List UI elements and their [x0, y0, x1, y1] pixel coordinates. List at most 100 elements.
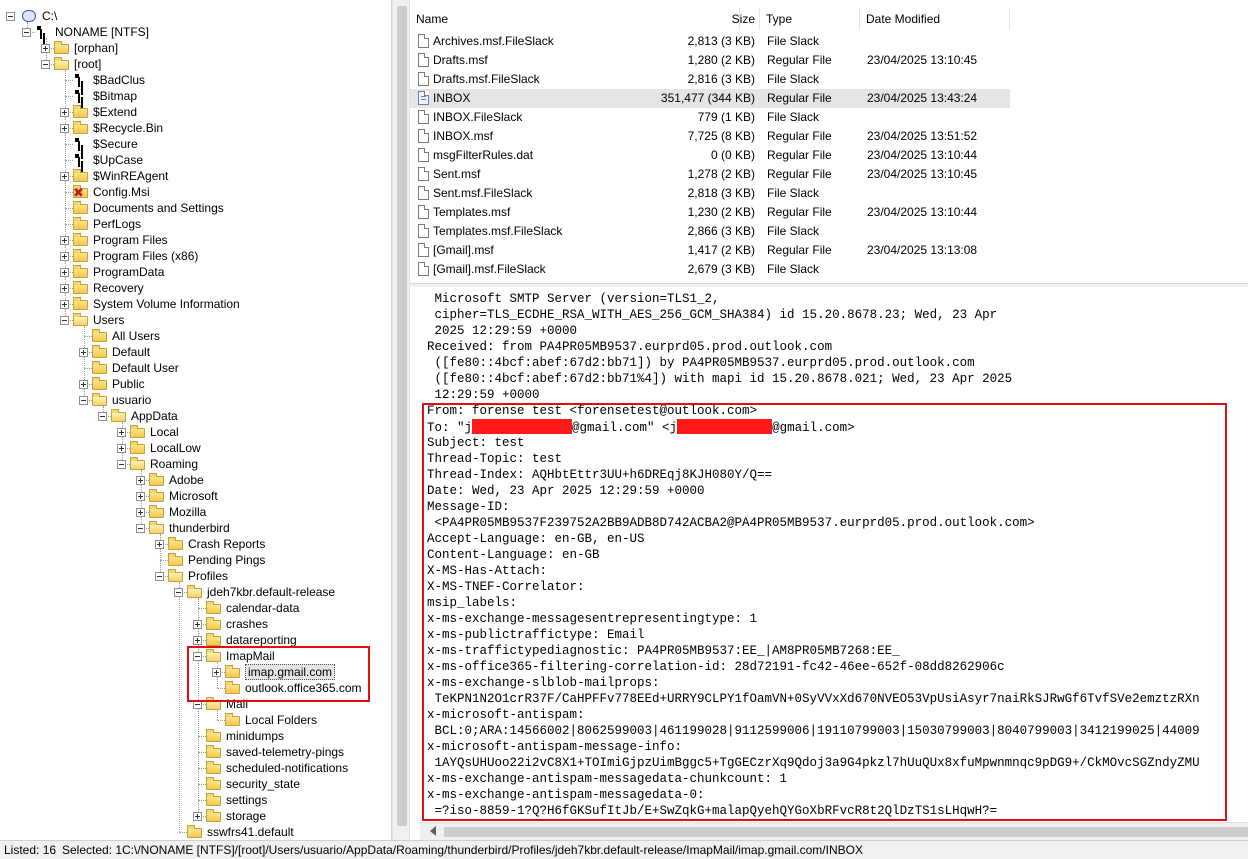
- tree-node[interactable]: Crash Reports: [0, 536, 390, 552]
- expand-icon[interactable]: [136, 508, 145, 517]
- tree-node[interactable]: Roaming: [0, 456, 390, 472]
- file-row[interactable]: [Gmail].msf.FileSlack 2,679 (3 KB) File Sl…: [410, 260, 1010, 279]
- collapse-icon[interactable]: [136, 524, 145, 533]
- tree-node[interactable]: ✖ Config.Msi: [0, 184, 390, 200]
- expand-icon[interactable]: [136, 476, 145, 485]
- tree-node[interactable]: Profiles: [0, 568, 390, 584]
- tree-node[interactable]: Adobe: [0, 472, 390, 488]
- collapse-icon[interactable]: [117, 460, 126, 469]
- collapse-icon[interactable]: [6, 12, 15, 21]
- tree-node[interactable]: Program Files (x86): [0, 248, 390, 264]
- tree-node[interactable]: settings: [0, 792, 390, 808]
- tree-node[interactable]: sswfrs41.default: [0, 824, 390, 840]
- column-header-type[interactable]: Type: [760, 8, 860, 30]
- tree-node[interactable]: Users: [0, 312, 390, 328]
- tree-node[interactable]: $BadClus: [0, 72, 390, 88]
- tree-node[interactable]: saved-telemetry-pings: [0, 744, 390, 760]
- tree-node[interactable]: storage: [0, 808, 390, 824]
- file-row[interactable]: Sent.msf 1,278 (2 KB) Regular File 23/04/20…: [410, 165, 1010, 184]
- preview-horizontal-scrollbar[interactable]: [420, 822, 1248, 840]
- tree-scrollbar-thumb[interactable]: [397, 6, 407, 826]
- tree-node[interactable]: AppData: [0, 408, 390, 424]
- scroll-left-arrow-icon[interactable]: [430, 826, 436, 836]
- expand-icon[interactable]: [136, 492, 145, 501]
- tree-node[interactable]: Pending Pings: [0, 552, 390, 568]
- column-header-size[interactable]: Size: [680, 8, 760, 30]
- tree-node[interactable]: All Users: [0, 328, 390, 344]
- expand-icon[interactable]: [60, 300, 69, 309]
- tree-node[interactable]: PerfLogs: [0, 216, 390, 232]
- tree-node[interactable]: minidumps: [0, 728, 390, 744]
- collapse-icon[interactable]: [60, 316, 69, 325]
- expand-icon[interactable]: [193, 636, 202, 645]
- tree-node[interactable]: Local: [0, 424, 390, 440]
- expand-icon[interactable]: [41, 44, 50, 53]
- expand-icon[interactable]: [60, 108, 69, 117]
- file-row[interactable]: Templates.msf 1,230 (2 KB) Regular File 23/…: [410, 203, 1010, 222]
- expand-icon[interactable]: [60, 268, 69, 277]
- tree-node[interactable]: $UpCase: [0, 152, 390, 168]
- collapse-icon[interactable]: [22, 28, 31, 37]
- file-list[interactable]: Name Size Type Date Modified Archives.ms…: [410, 0, 1248, 283]
- file-row[interactable]: INBOX.msf 7,725 (8 KB) Regular File 23/04/2…: [410, 127, 1010, 146]
- collapse-icon[interactable]: [174, 588, 183, 597]
- expand-icon[interactable]: [79, 348, 88, 357]
- file-row[interactable]: Sent.msf.FileSlack 2,818 (3 KB) File Slack: [410, 184, 1010, 203]
- expand-icon[interactable]: [117, 444, 126, 453]
- tree-node[interactable]: security_state: [0, 776, 390, 792]
- file-row[interactable]: INBOX 351,477 (344 KB) Regular File 23/04/2…: [410, 89, 1010, 108]
- tree-node[interactable]: thunderbird: [0, 520, 390, 536]
- tree-node[interactable]: scheduled-notifications: [0, 760, 390, 776]
- tree-node[interactable]: Program Files: [0, 232, 390, 248]
- file-row[interactable]: Drafts.msf 1,280 (2 KB) Regular File 23/04/…: [410, 51, 1010, 70]
- file-row[interactable]: Drafts.msf.FileSlack 2,816 (3 KB) File Sla…: [410, 70, 1010, 89]
- tree-node[interactable]: usuario: [0, 392, 390, 408]
- tree-node[interactable]: $Extend: [0, 104, 390, 120]
- tree-node[interactable]: $Secure: [0, 136, 390, 152]
- file-row[interactable]: [Gmail].msf 1,417 (2 KB) Regular File 23/04…: [410, 241, 1010, 260]
- tree-node[interactable]: [orphan]: [0, 40, 390, 56]
- tree-node[interactable]: Microsoft: [0, 488, 390, 504]
- tree-node[interactable]: crashes: [0, 616, 390, 632]
- tree-node[interactable]: Mozilla: [0, 504, 390, 520]
- file-row[interactable]: INBOX.FileSlack 779 (1 KB) File Slack: [410, 108, 1010, 127]
- tree-node[interactable]: $Recycle.Bin: [0, 120, 390, 136]
- tree-vertical-scrollbar[interactable]: [392, 0, 410, 840]
- tree-node[interactable]: Recovery: [0, 280, 390, 296]
- file-row[interactable]: Archives.msf.FileSlack 2,813 (3 KB) File S…: [410, 32, 1010, 51]
- file-row[interactable]: msgFilterRules.dat 0 (0 KB) Regular File 23…: [410, 146, 1010, 165]
- collapse-icon[interactable]: [79, 396, 88, 405]
- expand-icon[interactable]: [193, 812, 202, 821]
- tree-node[interactable]: [root]: [0, 56, 390, 72]
- column-header-date-modified[interactable]: Date Modified: [860, 8, 1010, 30]
- preview-scrollbar-thumb[interactable]: [444, 827, 1248, 837]
- tree-node[interactable]: NONAME [NTFS]: [0, 24, 390, 40]
- tree-node[interactable]: Default User: [0, 360, 390, 376]
- tree-node[interactable]: ProgramData: [0, 264, 390, 280]
- tree-node[interactable]: $WinREAgent: [0, 168, 390, 184]
- collapse-icon[interactable]: [155, 572, 164, 581]
- directory-tree[interactable]: C:\ NONAME [NTFS] [orphan] [root] $BadClus $B…: [0, 0, 392, 840]
- tree-node[interactable]: C:\: [0, 8, 390, 24]
- expand-icon[interactable]: [79, 380, 88, 389]
- tree-node[interactable]: Local Folders: [0, 712, 390, 728]
- collapse-icon[interactable]: [41, 60, 50, 69]
- expand-icon[interactable]: [117, 428, 126, 437]
- tree-node[interactable]: System Volume Information: [0, 296, 390, 312]
- tree-node[interactable]: jdeh7kbr.default-release: [0, 584, 390, 600]
- tree-node[interactable]: Public: [0, 376, 390, 392]
- tree-node[interactable]: LocalLow: [0, 440, 390, 456]
- tree-node[interactable]: $Bitmap: [0, 88, 390, 104]
- expand-icon[interactable]: [155, 540, 164, 549]
- expand-icon[interactable]: [60, 284, 69, 293]
- tree-node[interactable]: Documents and Settings: [0, 200, 390, 216]
- expand-icon[interactable]: [60, 124, 69, 133]
- expand-icon[interactable]: [60, 236, 69, 245]
- collapse-icon[interactable]: [98, 412, 107, 421]
- file-row[interactable]: Templates.msf.FileSlack 2,866 (3 KB) File …: [410, 222, 1010, 241]
- tree-node[interactable]: calendar-data: [0, 600, 390, 616]
- expand-icon[interactable]: [193, 620, 202, 629]
- tree-node[interactable]: Default: [0, 344, 390, 360]
- expand-icon[interactable]: [60, 172, 69, 181]
- expand-icon[interactable]: [60, 252, 69, 261]
